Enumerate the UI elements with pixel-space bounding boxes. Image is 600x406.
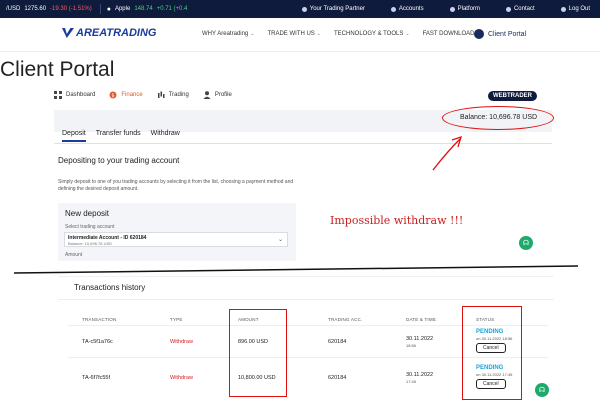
top-link-partner[interactable]: Your Trading Partner	[301, 6, 365, 12]
ticker-symbol: Apple	[114, 6, 131, 12]
webtrader-button[interactable]: WEBTRADER	[488, 91, 537, 101]
annotation-box-amount	[229, 309, 287, 397]
menu-label: TRADE WITH US	[267, 31, 315, 37]
annotation-box-status	[462, 306, 522, 400]
candlestick-icon	[157, 91, 165, 98]
column-header-trading-acc: TRADING ACC.	[328, 317, 363, 322]
ticker-separator	[99, 4, 101, 14]
top-navigation: Your Trading Partner Accounts Platform C…	[301, 0, 590, 18]
annotation-circle	[442, 106, 554, 130]
transaction-time: 18:56	[406, 343, 417, 348]
tab-profile[interactable]: Profile	[203, 91, 232, 99]
coin-icon: $	[109, 91, 117, 99]
column-header-transaction: TRANSACTION	[82, 317, 117, 322]
circle-icon	[301, 6, 307, 12]
transaction-time: 17:45	[406, 379, 417, 384]
menu-label: WHY Areatrading	[202, 31, 249, 37]
red-arrowhead	[451, 135, 462, 148]
top-link-platform[interactable]: Platform	[449, 6, 480, 12]
circle-icon	[390, 6, 396, 12]
tab-label: Profile	[214, 92, 232, 98]
column-header-date-time: DATE & TIME	[406, 317, 437, 322]
logo-text: AREATRADING	[76, 27, 157, 39]
tab-trading[interactable]: Trading	[157, 91, 189, 99]
tab-label: Trading	[168, 92, 189, 98]
top-link-label: Contact	[513, 6, 535, 12]
divider	[58, 299, 554, 300]
transaction-account: 620184	[328, 375, 347, 381]
portal-tabs: Dashboard $ Finance Trading Profile	[54, 91, 232, 99]
subtab-deposit[interactable]: Deposit	[62, 130, 86, 142]
ticker-change: +0.71 (+0.4	[156, 6, 188, 12]
chat-headset-icon[interactable]: ☊	[535, 383, 549, 397]
transaction-account: 620184	[328, 339, 347, 345]
annotation-text: Impossible withdraw !!!	[330, 214, 464, 227]
history-title: Transactions history	[74, 283, 146, 292]
tab-dashboard[interactable]: Dashboard	[54, 91, 95, 99]
top-link-logout[interactable]: Log Out	[560, 6, 590, 12]
subtab-withdraw[interactable]: Withdraw	[151, 130, 180, 142]
top-link-label: Accounts	[398, 6, 424, 12]
deposit-heading: Depositing to your trading account	[58, 156, 180, 165]
ticker-price: 148.74	[134, 6, 153, 12]
transaction-id: TA-6f7fc55f	[82, 375, 111, 381]
chevron-down-icon: ⌄	[405, 31, 410, 37]
transaction-date: 30.11.2022	[406, 372, 434, 378]
transaction-id: TA-c5f1a76c	[82, 339, 113, 345]
transaction-date: 30.11.2022	[406, 336, 434, 342]
ticker-item-gold[interactable]: /USD 1275.60 -19.30 (-1.51%)	[6, 6, 92, 12]
new-deposit-panel: New deposit Select trading account Inter…	[58, 203, 296, 261]
top-link-accounts[interactable]: Accounts	[390, 6, 424, 12]
new-deposit-title: New deposit	[65, 209, 110, 218]
main-navigation: AREATRADING WHY Areatrading ⌄ TRADE WITH …	[0, 18, 600, 52]
person-icon	[203, 91, 211, 99]
amount-label: Amount	[65, 252, 83, 258]
deposit-description: Simply deposit to one of you trading acc…	[58, 179, 294, 192]
tab-label: Finance	[121, 92, 143, 98]
ticker-change: -19.30 (-1.51%)	[50, 6, 92, 12]
page-title: Client Portal	[0, 58, 115, 81]
menu-item-trade[interactable]: TRADE WITH US ⌄	[267, 31, 321, 37]
transaction-type: Withdraw	[170, 375, 193, 381]
chevron-down-icon: ⌄	[277, 237, 283, 243]
svg-text:$: $	[112, 93, 115, 99]
column-header-type: TYPE	[170, 317, 183, 322]
menu-label: TECHNOLOGY & TOOLS	[334, 31, 404, 37]
menu-item-why[interactable]: WHY Areatrading ⌄	[202, 31, 254, 37]
menu-item-technology[interactable]: TECHNOLOGY & TOOLS ⌄	[334, 31, 410, 37]
logo-mark-icon	[62, 28, 74, 38]
selected-account-balance: Balance: 10,696.78 USD	[68, 241, 113, 246]
tab-label: Dashboard	[66, 92, 96, 98]
ticker-symbol: /USD	[6, 6, 21, 12]
logo[interactable]: AREATRADING	[62, 27, 156, 39]
divider	[54, 143, 552, 144]
ticker-item-apple[interactable]: ● Apple 148.74 +0.71 (+0.4	[107, 6, 188, 13]
client-portal-link[interactable]: Client Portal	[474, 29, 526, 39]
transactions-history: Transactions history TRANSACTION TYPE AM…	[58, 276, 554, 406]
top-link-label: Platform	[457, 6, 480, 12]
user-circle-icon	[474, 29, 484, 39]
top-link-label: Your Trading Partner	[309, 6, 365, 12]
client-portal-label: Client Portal	[488, 30, 527, 38]
grid-icon	[54, 91, 62, 99]
select-account-label: Select trading account	[65, 224, 115, 230]
subtab-transfer-funds[interactable]: Transfer funds	[96, 130, 141, 142]
circle-icon	[449, 6, 455, 12]
top-link-label: Log Out	[568, 6, 590, 12]
tab-finance[interactable]: $ Finance	[109, 91, 143, 99]
apple-icon: ●	[106, 5, 111, 13]
chevron-down-icon: ⌄	[250, 31, 255, 37]
menu-label: FAST DOWNLOADS	[422, 31, 479, 37]
circle-icon	[560, 6, 566, 12]
finance-subtabs: Deposit Transfer funds Withdraw	[62, 130, 180, 142]
trading-account-select[interactable]: Intermediate Account - ID 620184 Balance…	[64, 232, 288, 247]
main-menu: WHY Areatrading ⌄ TRADE WITH US ⌄ TECHNOLO…	[202, 31, 485, 37]
transaction-type: Withdraw	[170, 339, 193, 345]
black-divider-line	[13, 265, 579, 274]
circle-icon	[505, 6, 511, 12]
chevron-down-icon: ⌄	[316, 31, 321, 37]
ticker-price: 1275.60	[24, 6, 47, 12]
top-link-contact[interactable]: Contact	[505, 6, 535, 12]
chat-headset-icon[interactable]: ☊	[519, 236, 533, 250]
